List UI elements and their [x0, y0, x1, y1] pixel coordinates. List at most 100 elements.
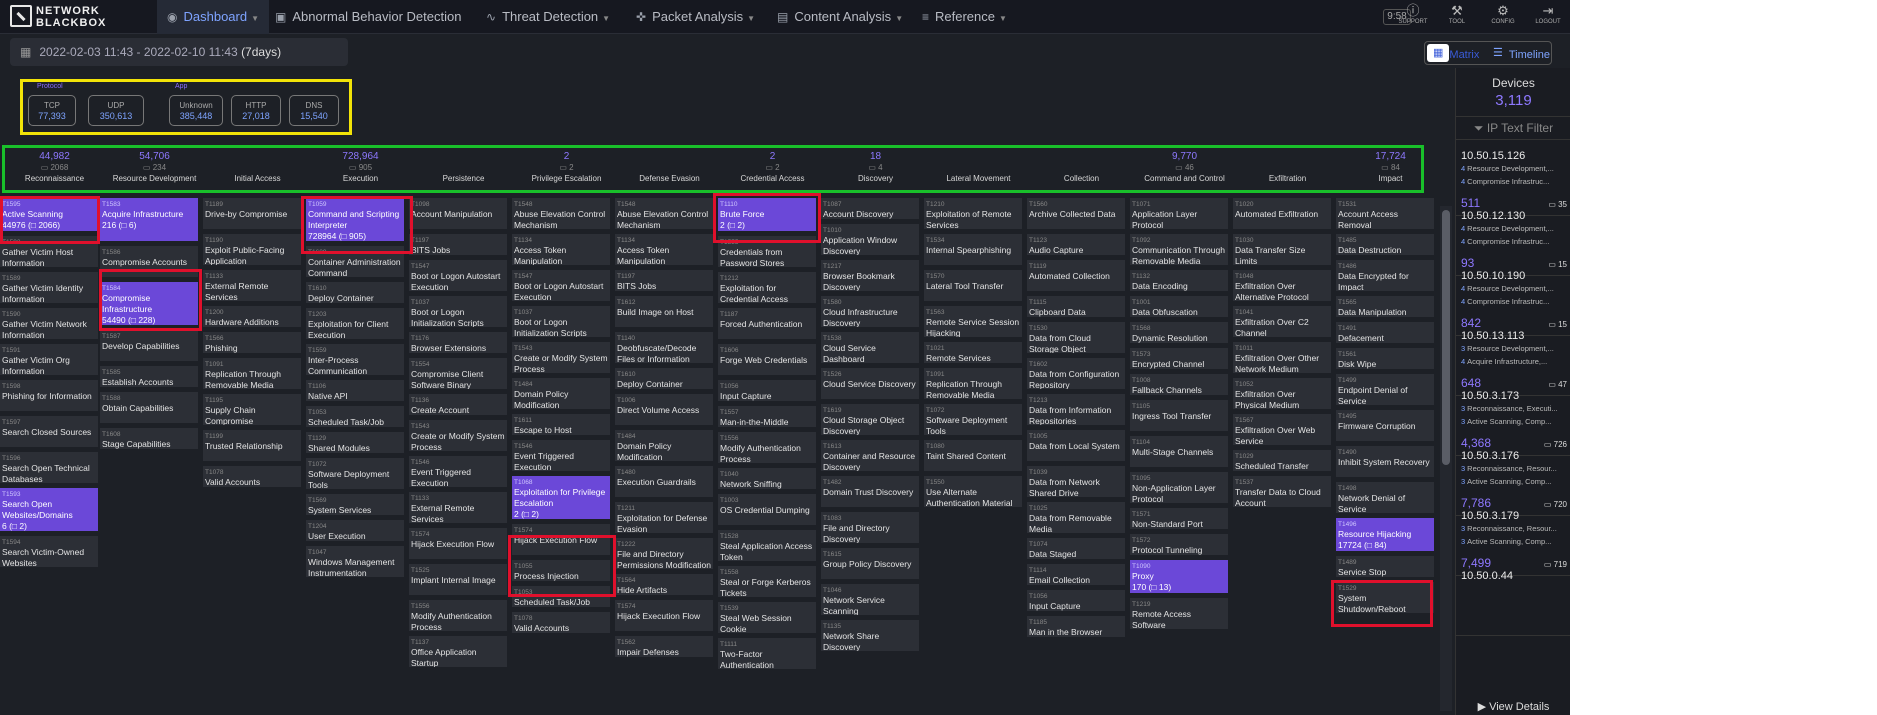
technique-cell[interactable]: T1197 BITS Jobs [615, 270, 713, 292]
view-details-button[interactable]: ▶ View Details [1456, 700, 1570, 713]
technique-cell[interactable]: T1105 Ingress Tool Transfer [1130, 400, 1228, 432]
device-item[interactable]: 10.50.12.130 4 Resource Development,... 4 Co… [1456, 208, 1570, 276]
technique-cell[interactable]: T1074 Data Staged [1027, 538, 1125, 560]
device-item[interactable]: 10.50.10.190 4 Resource Development,... 4 Co… [1456, 268, 1570, 336]
technique-cell[interactable]: T1610 Deploy Container [306, 282, 404, 304]
technique-cell[interactable]: T1562 Impair Defenses [615, 636, 713, 658]
technique-cell[interactable]: T1610 Deploy Container [615, 368, 713, 390]
app-dns[interactable]: DNS 15,540 [289, 95, 339, 126]
technique-cell[interactable]: T1572 Protocol Tunneling [1130, 534, 1228, 556]
technique-cell[interactable]: T1596 Search Open Technical Databases [0, 452, 98, 484]
technique-cell[interactable]: T1011 Exfiltration Over Other Network Med… [1233, 342, 1331, 374]
technique-cell[interactable]: T1200 Hardware Additions [203, 306, 301, 328]
tactic-reconnaissance[interactable]: 44,982 ▭ 2068 Reconnaissance [3, 151, 106, 184]
tactic-execution[interactable]: 728,964 ▭ 905 Execution [309, 151, 412, 184]
technique-cell[interactable]: T1211 Exploitation for Defense Evasion [615, 502, 713, 534]
technique-cell[interactable]: T1574 Hijack Execution Flow [409, 528, 507, 560]
technique-cell[interactable]: T1539 Steal Web Session Cookie [718, 602, 816, 634]
technique-cell[interactable]: T1136 Create Account [409, 394, 507, 416]
technique-cell[interactable]: T1030 Data Transfer Size Limits [1233, 234, 1331, 266]
technique-cell[interactable]: T1087 Account Discovery [821, 198, 919, 220]
technique-cell[interactable]: T1056 Input Capture [1027, 590, 1125, 612]
technique-cell[interactable]: T1559 Inter-Process Communication [306, 344, 404, 376]
technique-cell[interactable]: T1546 Event Triggered Execution [512, 440, 610, 472]
ip-text-filter[interactable]: ⏷ IP Text Filter [1456, 116, 1570, 140]
technique-cell[interactable]: T1176 Browser Extensions [409, 332, 507, 354]
technique-cell[interactable]: T1531 Account Access Removal [1336, 198, 1434, 230]
technique-cell[interactable]: T1611 Escape to Host [512, 414, 610, 436]
technique-cell[interactable]: T1587 Develop Capabilities [100, 330, 198, 362]
technique-cell[interactable]: T1029 Scheduled Transfer [1233, 450, 1331, 472]
device-item[interactable]: 10.50.13.113 3 Resource Development,... 4 Ac… [1456, 328, 1570, 396]
technique-cell[interactable]: T1204 User Execution [306, 520, 404, 542]
tactic-resource-development[interactable]: 54,706 ▭ 234 Resource Development [103, 151, 206, 184]
technique-cell[interactable]: T1491 Defacement [1336, 322, 1434, 344]
nav-abnormal-behavior-detection[interactable]: ▣ Abnormal Behavior Detection [275, 0, 461, 34]
protocol-tcp[interactable]: TCP 77,393 [28, 95, 76, 126]
technique-cell[interactable]: T1133 External Remote Services [409, 492, 507, 524]
technique-cell[interactable]: T1602 Data from Configuration Repository [1027, 358, 1125, 390]
technique-cell[interactable]: T1078 Valid Accounts [512, 612, 610, 634]
nav-packet-analysis[interactable]: ✜ Packet Analysis ▼ [636, 0, 755, 34]
technique-cell[interactable]: T1123 Audio Capture [1027, 234, 1125, 256]
technique-cell[interactable]: T1594 Search Victim-Owned Websites [0, 536, 98, 568]
date-range-picker[interactable]: ▦ 2022-02-03 11:43 - 2022-02-10 11:43 (7d… [10, 38, 348, 66]
technique-cell[interactable]: T1072 Software Deployment Tools [306, 458, 404, 490]
technique-cell[interactable]: T1190 Exploit Public-Facing Application [203, 234, 301, 266]
tactic-exfiltration[interactable]: Exfiltration [1236, 151, 1339, 184]
technique-cell[interactable]: T1567 Exfiltration Over Web Service [1233, 414, 1331, 446]
technique-cell[interactable]: T1003 OS Credential Dumping [718, 494, 816, 526]
technique-cell[interactable]: T1203 Exploitation for Client Execution [306, 308, 404, 340]
technique-cell[interactable]: T1554 Compromise Client Software Binary [409, 358, 507, 390]
technique-cell[interactable]: T1095 Non-Application Layer Protocol [1130, 472, 1228, 504]
technique-cell[interactable]: T1571 Non-Standard Port [1130, 508, 1228, 530]
technique-cell[interactable]: T1580 Cloud Infrastructure Discovery [821, 296, 919, 328]
technique-cell[interactable]: T1525 Implant Internal Image [409, 564, 507, 596]
technique-cell[interactable]: T1037 Boot or Logon Initialization Script… [512, 306, 610, 338]
technique-cell[interactable]: T1046 Network Service Scanning [821, 584, 919, 616]
technique-cell[interactable]: T1005 Data from Local System [1027, 430, 1125, 462]
timeline-view-button[interactable]: ☰ Timeline [1487, 44, 1550, 62]
protocol-udp[interactable]: UDP 350,613 [88, 95, 144, 126]
nav-reference[interactable]: ≡ Reference ▼ [922, 0, 1007, 34]
technique-cell[interactable]: T1210 Exploitation of Remote Services [924, 198, 1022, 230]
scrollbar-thumb[interactable] [1442, 210, 1450, 465]
device-item[interactable]: 10.50.3.176 3 Reconnaissance, Resour... 3 Ac… [1456, 448, 1570, 516]
technique-cell[interactable]: T1498 Network Denial of Service [1336, 482, 1434, 514]
config-button[interactable]: ⚙ CONFIG [1483, 3, 1523, 25]
technique-cell[interactable]: T1199 Trusted Relationship [203, 430, 301, 462]
technique-cell[interactable]: T1543 Create or Modify System Process [409, 420, 507, 452]
technique-cell[interactable]: T1083 File and Directory Discovery [821, 512, 919, 544]
technique-cell[interactable]: T1078 Valid Accounts [203, 466, 301, 488]
app-http[interactable]: HTTP 27,018 [231, 95, 281, 126]
technique-cell[interactable]: T1569 System Services [306, 494, 404, 516]
technique-cell[interactable]: T1548 Abuse Elevation Control Mechanism [512, 198, 610, 230]
tactic-persistence[interactable]: Persistence [412, 151, 515, 184]
technique-cell[interactable]: T1010 Application Window Discovery [821, 224, 919, 256]
technique-cell[interactable]: T1568 Dynamic Resolution [1130, 322, 1228, 344]
technique-cell[interactable]: T1489 Service Stop [1336, 556, 1434, 578]
technique-cell[interactable]: T1072 Software Deployment Tools [924, 404, 1022, 436]
technique-cell[interactable]: T1547 Boot or Logon Autostart Execution [409, 260, 507, 292]
logout-button[interactable]: ⇥ LOGOUT [1528, 3, 1568, 25]
nav-content-analysis[interactable]: ▤ Content Analysis ▼ [777, 0, 903, 34]
technique-cell[interactable]: T1008 Fallback Channels [1130, 374, 1228, 396]
technique-cell[interactable]: T1219 Remote Access Software [1130, 598, 1228, 630]
technique-cell[interactable]: T1534 Internal Spearphishing [924, 234, 1022, 266]
technique-cell[interactable]: T1020 Automated Exfiltration [1233, 198, 1331, 230]
technique-cell[interactable]: T1598 Phishing for Information [0, 380, 98, 412]
technique-cell[interactable]: T1090 Proxy 170 (□ 13) [1130, 560, 1228, 594]
device-item[interactable]: 10.50.3.179 3 Reconnaissance, Resour... 3 Ac… [1456, 508, 1570, 576]
technique-cell[interactable]: T1480 Execution Guardrails [615, 466, 713, 498]
technique-cell[interactable]: T1574 Hijack Execution Flow [615, 600, 713, 632]
technique-cell[interactable]: T1597 Search Closed Sources [0, 416, 98, 448]
technique-cell[interactable]: T1550 Use Alternate Authentication Materi… [924, 476, 1022, 508]
technique-cell[interactable]: T1134 Access Token Manipulation [512, 234, 610, 266]
technique-cell[interactable]: T1048 Exfiltration Over Alternative Proto… [1233, 270, 1331, 302]
technique-cell[interactable]: T1556 Modify Authentication Process [718, 432, 816, 464]
technique-cell[interactable]: T1484 Domain Policy Modification [615, 430, 713, 462]
nav-threat-detection[interactable]: ∿ Threat Detection ▼ [486, 0, 610, 34]
technique-cell[interactable]: T1496 Resource Hijacking 17724 (□ 84) [1336, 518, 1434, 552]
technique-cell[interactable]: T1021 Remote Services [924, 342, 1022, 364]
technique-cell[interactable]: T1185 Man in the Browser [1027, 616, 1125, 638]
